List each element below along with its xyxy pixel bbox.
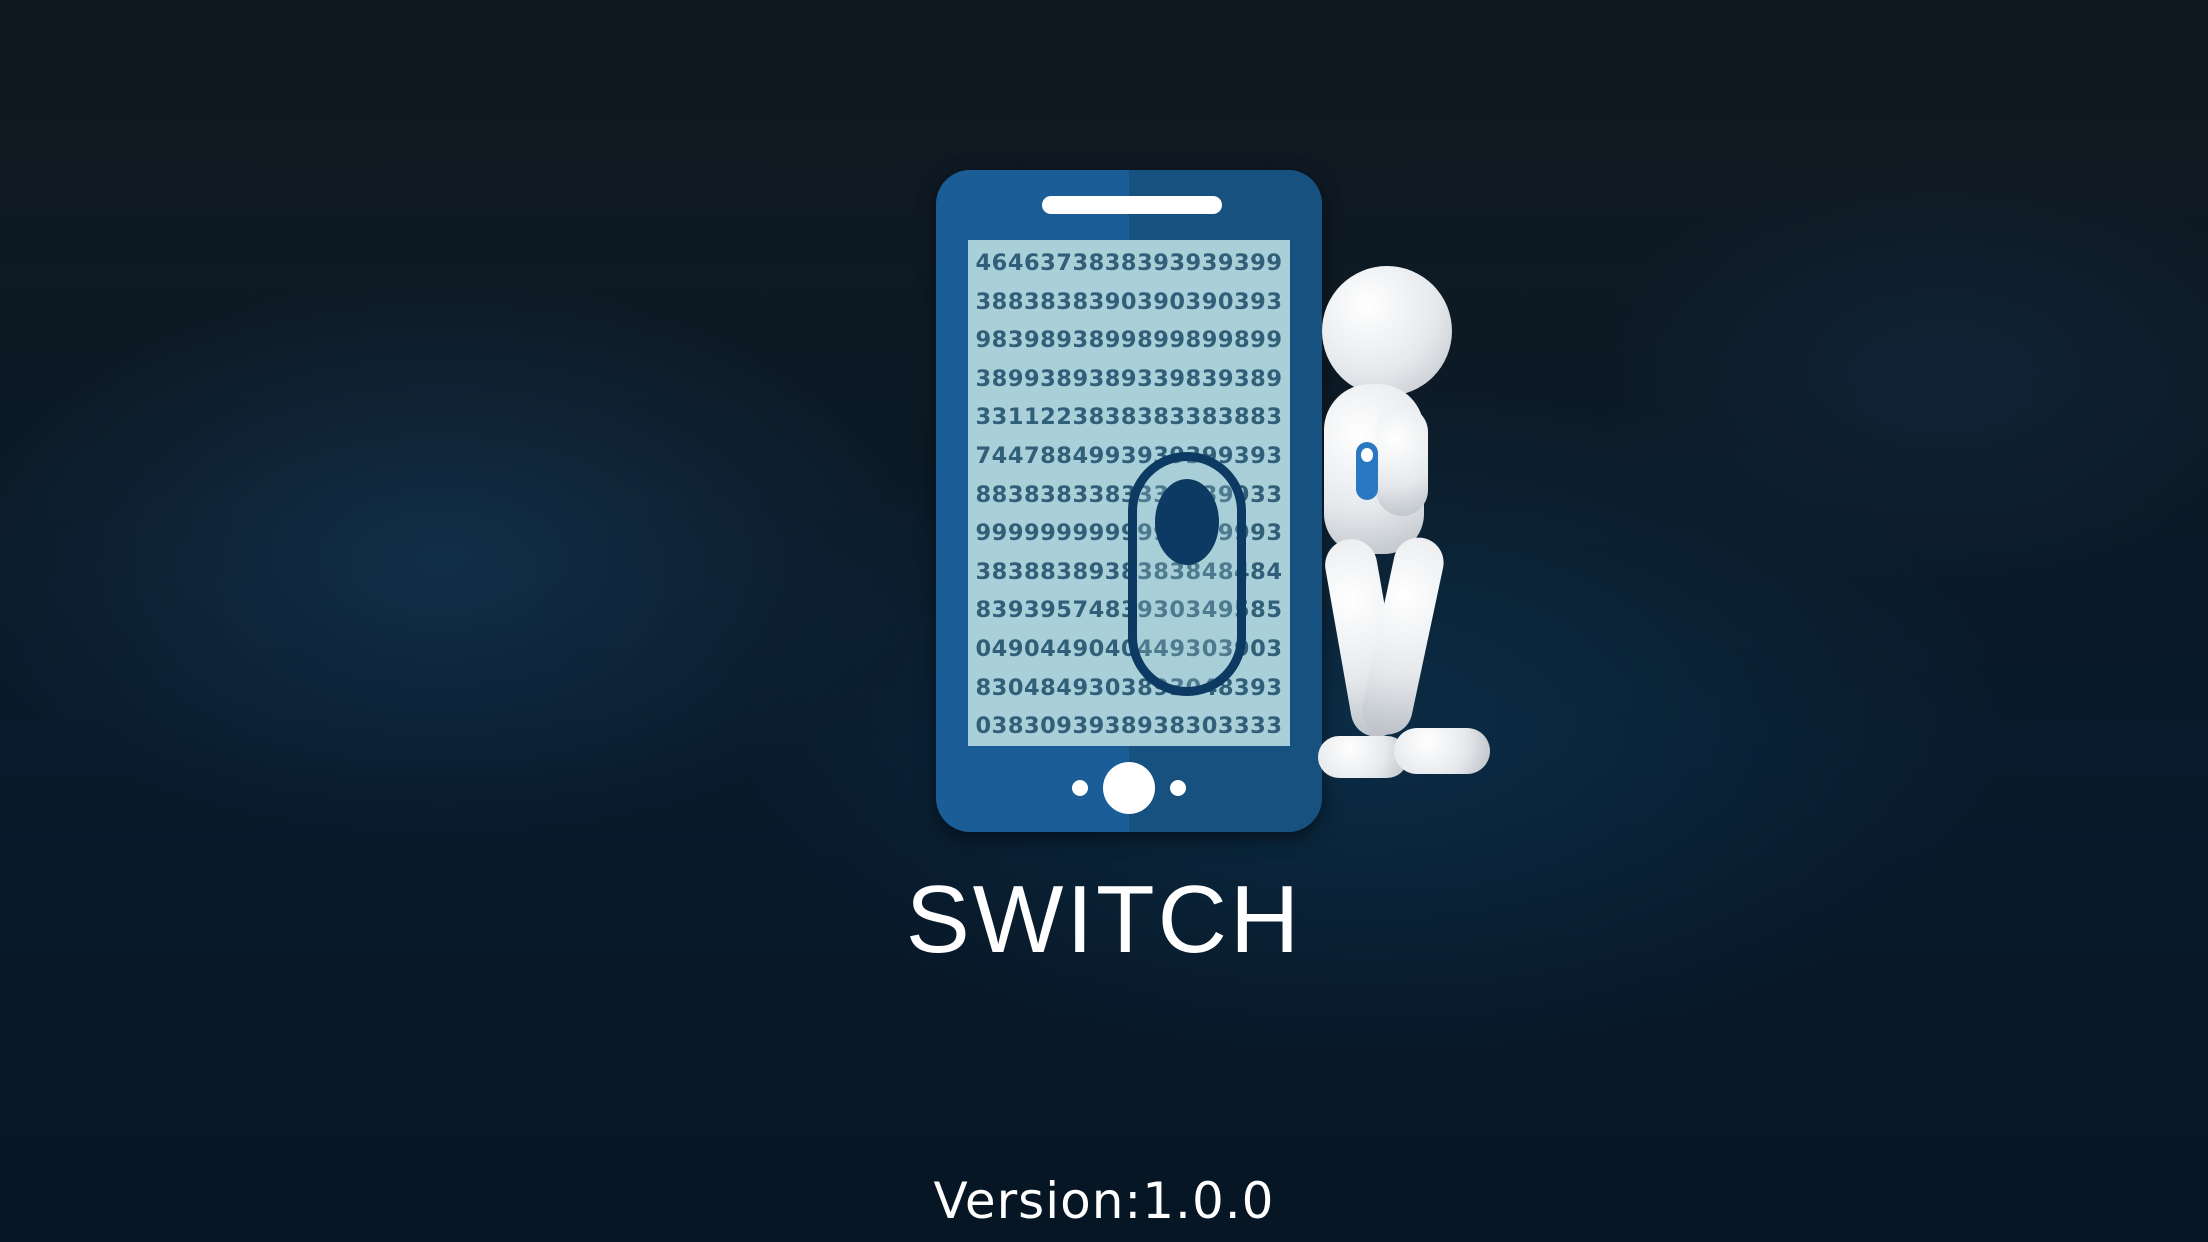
- digit-row: 8304849303893048393: [975, 674, 1283, 701]
- figure-foot-right: [1394, 728, 1490, 774]
- held-toggle-knob: [1361, 448, 1373, 462]
- home-dot-right: [1170, 780, 1186, 796]
- digit-row: 7447884993939399393: [975, 442, 1283, 469]
- app-title: SWITCH: [905, 866, 1303, 973]
- app-logo: 4646373838393939399 3883838390390390393 …: [936, 170, 1496, 832]
- digit-row: 0383093938938303333: [975, 713, 1283, 740]
- digit-row: 3883838390390390393: [975, 288, 1283, 315]
- held-toggle-icon: [1356, 442, 1378, 500]
- phone-home-buttons: [936, 762, 1322, 814]
- digit-row: 3899389389339839389: [975, 365, 1283, 392]
- splash-screen: 4646373838393939399 3883838390390390393 …: [0, 0, 2208, 1242]
- home-button-icon: [1103, 762, 1155, 814]
- home-dot-left: [1072, 780, 1088, 796]
- version-label: Version:1.0.0: [933, 1172, 1275, 1230]
- figure-arm: [1376, 406, 1428, 516]
- toggle-knob: [1155, 479, 1219, 565]
- figure-head: [1322, 266, 1452, 396]
- phone-speaker: [1042, 196, 1222, 214]
- white-figure-icon: [1316, 266, 1496, 826]
- phone-icon: 4646373838393939399 3883838390390390393 …: [936, 170, 1322, 832]
- digit-row: 4646373838393939399: [975, 250, 1283, 276]
- toggle-switch-icon: [1128, 452, 1246, 696]
- phone-screen: 4646373838393939399 3883838390390390393 …: [968, 240, 1290, 746]
- digit-row: 3311223838383383883: [975, 404, 1283, 431]
- digit-row: 9839893899899899899: [975, 327, 1283, 354]
